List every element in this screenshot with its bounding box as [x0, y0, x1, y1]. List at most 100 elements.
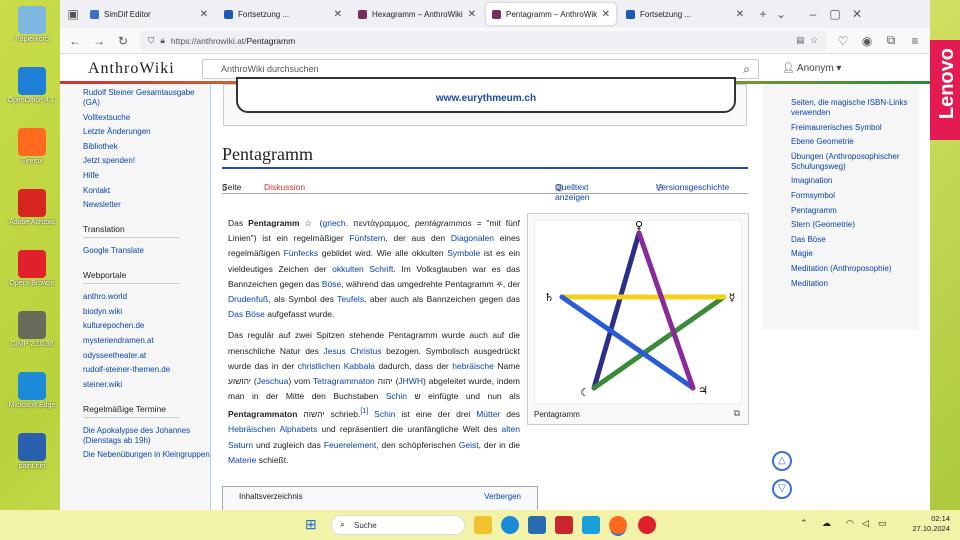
tray-cloud-icon[interactable]: ☁: [822, 518, 831, 529]
maximize-icon[interactable]: ▢: [828, 7, 842, 21]
article-link[interactable]: JHWH: [398, 376, 423, 386]
app-icon[interactable]: [582, 516, 600, 534]
back-icon[interactable]: ←: [68, 34, 82, 48]
desktop-icon[interactable]: Firefox: [8, 128, 56, 166]
related-link[interactable]: Übungen (Anthroposophischer Schulungsweg…: [791, 152, 911, 172]
tab-close-icon[interactable]: ✕: [602, 9, 610, 20]
article-link[interactable]: Tetragrammaton: [313, 376, 375, 386]
wifi-icon[interactable]: ◠: [846, 518, 854, 529]
related-link[interactable]: Stern (Geometrie): [791, 220, 911, 230]
sidebar-link[interactable]: odysseetheater.at: [83, 351, 210, 361]
tab-close-icon[interactable]: ✕: [468, 9, 476, 20]
desktop-icon[interactable]: Papierkorb: [8, 6, 56, 44]
opera-icon[interactable]: [638, 516, 656, 534]
article-link[interactable]: Schin: [374, 409, 395, 419]
article-link[interactable]: Das Böse: [228, 309, 265, 319]
article-link[interactable]: Hebräischen Alphabets: [228, 424, 317, 434]
sidebar-link[interactable]: Die Apokalypse des Johannes (Dienstags a…: [83, 426, 210, 446]
article-link[interactable]: Fünfecks: [284, 248, 319, 258]
sidebar-link[interactable]: Die Nebenübungen in Kleingruppen: [83, 450, 210, 460]
desktop-icon[interactable]: Microsoft Edge: [8, 372, 56, 410]
article-link[interactable]: Feuerelement: [324, 440, 376, 450]
article-link[interactable]: griech.: [323, 218, 349, 228]
enlarge-icon[interactable]: ⧉: [734, 408, 740, 419]
article-link[interactable]: Böse: [322, 279, 341, 289]
sidebar-link[interactable]: Hilfe: [83, 171, 210, 181]
new-tab-icon[interactable]: +: [756, 7, 770, 21]
toc-toggle[interactable]: Verbergen: [484, 492, 521, 501]
sidebar-link[interactable]: Jetzt spenden!: [83, 156, 210, 166]
sidebar-link[interactable]: anthro.world: [83, 292, 210, 302]
related-link[interactable]: Magie: [791, 249, 911, 259]
article-link[interactable]: Jeschua: [257, 376, 289, 386]
sidebar-link[interactable]: kulturepochen.de: [83, 321, 210, 331]
account-icon[interactable]: ◉: [860, 34, 874, 48]
sidebar-link[interactable]: rudolf-steiner-themen.de: [83, 365, 210, 375]
related-link[interactable]: Formsymbol: [791, 191, 911, 201]
related-link[interactable]: Imagination: [791, 176, 911, 186]
desktop-icon[interactable]: Adobe Acrobat: [8, 189, 56, 227]
tab-close-icon[interactable]: ✕: [736, 9, 744, 20]
battery-icon[interactable]: ▭: [878, 518, 887, 529]
close-window-icon[interactable]: ✕: [850, 7, 864, 21]
sidebar-link[interactable]: Rudolf Steiner Gesamtausgabe (GA): [83, 88, 210, 108]
article-link[interactable]: Symbole: [447, 248, 480, 258]
article-link[interactable]: Mütter: [476, 409, 500, 419]
article-link[interactable]: christlichen Kabbala: [298, 361, 375, 371]
clock[interactable]: 02:14 27.10.2024: [912, 514, 950, 534]
tab-close-icon[interactable]: ✕: [200, 9, 208, 20]
reload-icon[interactable]: ↻: [116, 34, 130, 48]
wiki-logo[interactable]: AnthroWiki: [88, 60, 175, 78]
pocket-icon[interactable]: ♡: [836, 34, 850, 48]
browser-tab[interactable]: SimDif Editor ✕: [84, 3, 214, 25]
start-icon[interactable]: ⊞: [305, 516, 323, 534]
sidebar-link[interactable]: Google Translate: [83, 246, 210, 256]
article-link[interactable]: Diagonalen: [451, 233, 494, 243]
article-link[interactable]: hebräische: [452, 361, 494, 371]
sidebar-link[interactable]: Kontakt: [83, 186, 210, 196]
related-link[interactable]: Das Böse: [791, 235, 911, 245]
scroll-up-button[interactable]: △: [772, 451, 792, 471]
sidebar-link[interactable]: steiner.wiki: [83, 380, 210, 390]
banner-link[interactable]: www.eurythmeum.ch: [236, 77, 736, 113]
speaker-icon[interactable]: ◁: [862, 518, 869, 529]
browser-tab[interactable]: Hexagramm – AnthroWiki ✕: [352, 3, 482, 25]
article-link[interactable]: Jesus Christus: [324, 346, 382, 356]
extensions-icon[interactable]: ⧉: [884, 33, 898, 48]
article-link[interactable]: Materie: [228, 455, 256, 465]
browser-tab[interactable]: Fortsetzung ... ✕: [218, 3, 348, 25]
sidebar-link[interactable]: biodyn.wiki: [83, 307, 210, 317]
related-link[interactable]: Meditation: [791, 279, 911, 289]
edge-icon[interactable]: [501, 516, 519, 534]
reader-view-icon[interactable]: ▤: [796, 35, 804, 46]
article-link[interactable]: Schin: [386, 391, 407, 401]
article-link[interactable]: okkulten Schrift: [332, 264, 393, 274]
sidebar-link[interactable]: Newsletter: [83, 200, 210, 210]
article-link[interactable]: Teufels: [337, 294, 364, 304]
desktop-icon[interactable]: OpenOffice 4.1.: [8, 67, 56, 105]
store-icon[interactable]: [528, 516, 546, 534]
sidebar-link[interactable]: mysteriendramen.at: [83, 336, 210, 346]
tray-chevron-icon[interactable]: ⌃: [800, 518, 808, 529]
related-link[interactable]: Meditation (Anthroposophie): [791, 264, 911, 274]
file-explorer-icon[interactable]: [474, 516, 492, 534]
related-link[interactable]: Freimaurerisches Symbol: [791, 123, 911, 133]
desktop-icon[interactable]: Opera-Browse: [8, 250, 56, 288]
forward-icon[interactable]: →: [92, 34, 106, 48]
minimize-icon[interactable]: –: [806, 7, 820, 21]
article-link[interactable]: Drudenfuß: [228, 294, 268, 304]
menu-icon[interactable]: ≡: [908, 34, 922, 48]
user-menu[interactable]: 👤︎ Anonym ▾: [782, 63, 841, 74]
related-link[interactable]: Seiten, die magische ISBN-Links verwende…: [791, 98, 911, 118]
search-icon[interactable]: ⌕: [743, 62, 750, 77]
article-link[interactable]: Fünfstern: [349, 233, 385, 243]
desktop-icon[interactable]: paint.net: [8, 433, 56, 471]
pentagram-image[interactable]: ♀ ♄ ☿ ☾ ♃: [534, 219, 742, 404]
sidebar-link[interactable]: Bibliothek: [83, 142, 210, 152]
article-link[interactable]: Geist: [459, 440, 479, 450]
sidebar-link[interactable]: Volltextsuche: [83, 113, 210, 123]
tab-list-icon[interactable]: ⌄: [774, 7, 788, 21]
related-link[interactable]: Ebene Geometrie: [791, 137, 911, 147]
tab-overview-icon[interactable]: ▣: [66, 7, 80, 21]
related-link[interactable]: Pentagramm: [791, 206, 911, 216]
